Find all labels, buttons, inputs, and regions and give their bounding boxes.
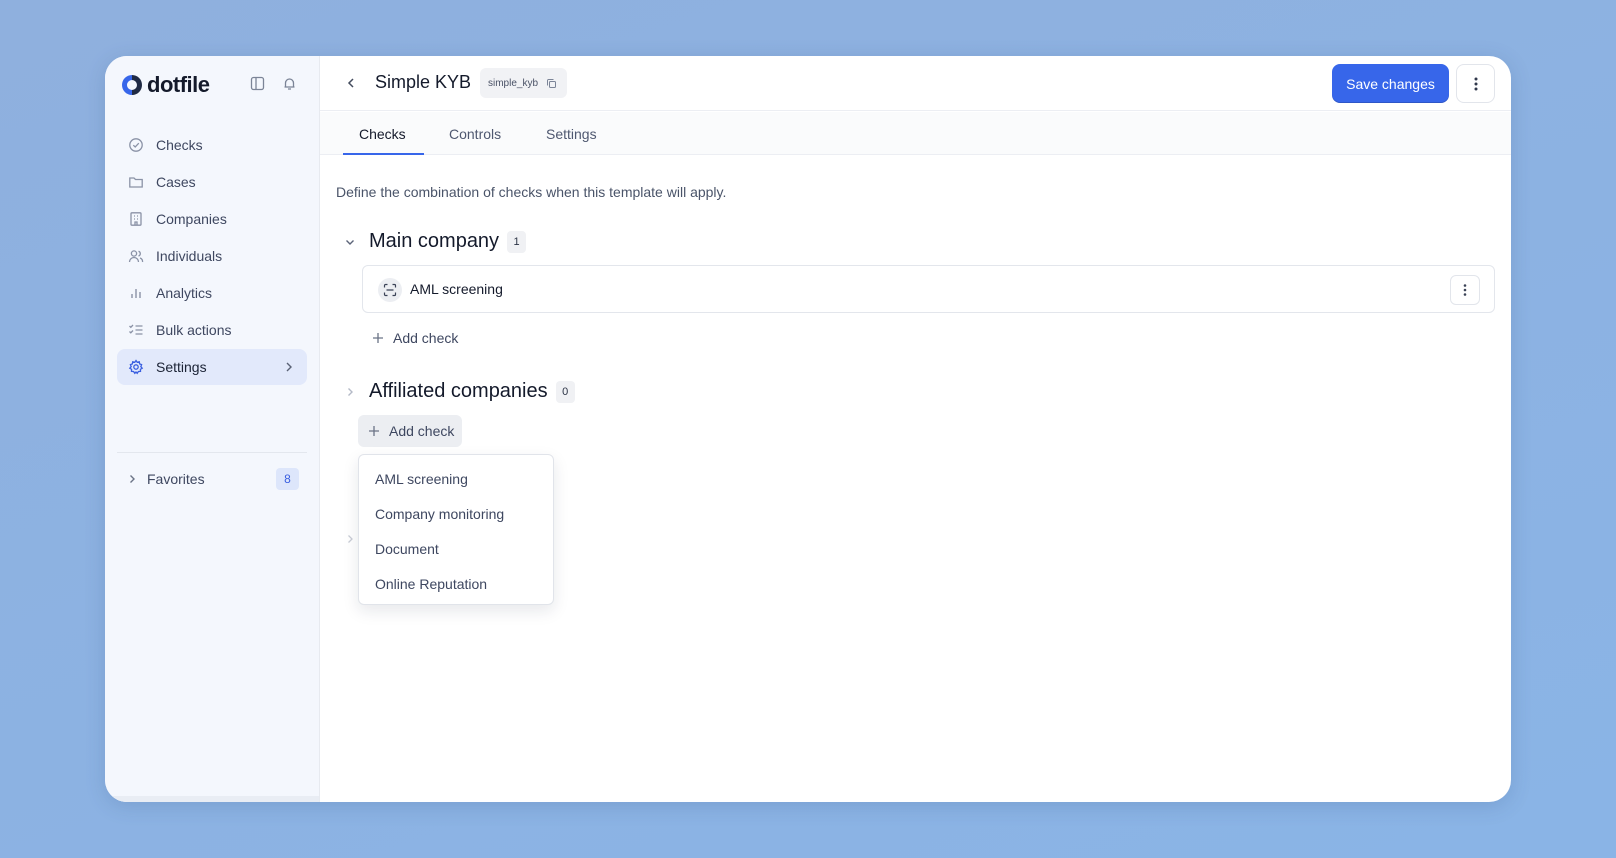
add-check-button[interactable]: Add check: [362, 322, 466, 354]
sidebar-item-companies[interactable]: Companies: [117, 201, 307, 237]
page-description: Define the combination of checks when th…: [336, 184, 727, 200]
bar-chart-icon: [128, 285, 144, 301]
back-arrow-icon[interactable]: [342, 74, 360, 92]
add-check-label: Add check: [393, 330, 459, 346]
active-tab-indicator: [343, 153, 424, 155]
main-content: Simple KYB simple_kyb Save changes Check…: [320, 56, 1511, 802]
sidebar-item-cases[interactable]: Cases: [117, 164, 307, 200]
sidebar-item-bulk-actions[interactable]: Bulk actions: [117, 312, 307, 348]
sidebar-item-label: Companies: [156, 211, 227, 227]
sidebar-item-checks[interactable]: Checks: [117, 127, 307, 163]
brand-logo[interactable]: dotfile: [120, 71, 210, 99]
sidebar-nav: Checks Cases Companies Individuals Analy…: [117, 127, 307, 386]
section-affiliated-companies: Affiliated companies 0: [343, 380, 575, 403]
sidebar-toggle-icon[interactable]: [248, 74, 266, 92]
dropdown-option-document[interactable]: Document: [359, 531, 553, 566]
sidebar-item-label: Analytics: [156, 285, 213, 301]
chevron-down-icon[interactable]: [343, 235, 357, 249]
favorites-toggle[interactable]: Favorites 8: [117, 465, 307, 493]
section-title: Affiliated companies: [369, 380, 548, 402]
add-check-label: Add check: [389, 423, 455, 439]
check-card-aml-screening[interactable]: AML screening: [362, 265, 1495, 313]
sidebar-item-label: Cases: [156, 174, 196, 190]
building-icon: [128, 211, 144, 227]
app-window: dotfile Checks Cases Companies Individua…: [105, 56, 1511, 802]
copy-icon[interactable]: [546, 78, 557, 89]
section-count-badge: 1: [507, 230, 527, 253]
sidebar-item-label: Settings: [156, 359, 207, 375]
add-check-button[interactable]: Add check: [358, 415, 463, 447]
tab-bar: Checks Controls Settings: [320, 112, 1511, 155]
favorites-count-badge: 8: [276, 468, 299, 490]
tab-settings[interactable]: Settings: [546, 112, 597, 155]
sidebar: dotfile Checks Cases Companies Individua…: [105, 56, 320, 802]
sidebar-footer: [105, 796, 319, 802]
users-icon: [128, 248, 144, 264]
section-count-badge: 0: [555, 380, 575, 403]
scan-icon: [378, 278, 402, 302]
check-label: AML screening: [410, 281, 503, 297]
template-slug-badge: simple_kyb: [480, 68, 568, 98]
gear-icon: [128, 359, 144, 375]
chevron-right-icon: [283, 361, 295, 373]
save-changes-button[interactable]: Save changes: [1332, 64, 1449, 103]
section-main-company: Main company 1: [343, 230, 527, 253]
page-header: Simple KYB simple_kyb Save changes: [320, 56, 1511, 111]
plus-icon: [367, 424, 381, 438]
sidebar-item-label: Checks: [156, 137, 203, 153]
plus-icon: [371, 331, 385, 345]
check-circle-icon: [128, 137, 144, 153]
favorites-label: Favorites: [147, 471, 205, 487]
sidebar-divider: [117, 452, 307, 453]
folder-icon: [128, 174, 144, 190]
template-slug: simple_kyb: [488, 77, 539, 89]
section-title: Main company: [369, 230, 500, 252]
more-options-icon[interactable]: [1456, 64, 1495, 103]
add-check-dropdown: AML screening Company monitoring Documen…: [358, 454, 554, 605]
list-check-icon: [128, 322, 144, 338]
dotfile-logo-icon: [122, 75, 142, 95]
chevron-right-icon: [344, 533, 358, 547]
sidebar-item-analytics[interactable]: Analytics: [117, 275, 307, 311]
brand-name: dotfile: [147, 72, 210, 97]
more-options-icon[interactable]: [1450, 275, 1480, 305]
chevron-right-icon: [127, 474, 137, 484]
page-title: Simple KYB: [375, 72, 472, 92]
chevron-right-icon[interactable]: [343, 385, 357, 399]
dropdown-option-aml-screening[interactable]: AML screening: [359, 461, 553, 496]
dropdown-option-company-monitoring[interactable]: Company monitoring: [359, 496, 553, 531]
tab-controls[interactable]: Controls: [449, 112, 501, 155]
sidebar-item-settings[interactable]: Settings: [117, 349, 307, 385]
sidebar-item-label: Individuals: [156, 248, 223, 264]
tab-checks[interactable]: Checks: [359, 112, 406, 155]
sidebar-item-individuals[interactable]: Individuals: [117, 238, 307, 274]
bell-icon[interactable]: [280, 74, 298, 92]
sidebar-item-label: Bulk actions: [156, 322, 232, 338]
dropdown-option-online-reputation[interactable]: Online Reputation: [359, 566, 553, 601]
